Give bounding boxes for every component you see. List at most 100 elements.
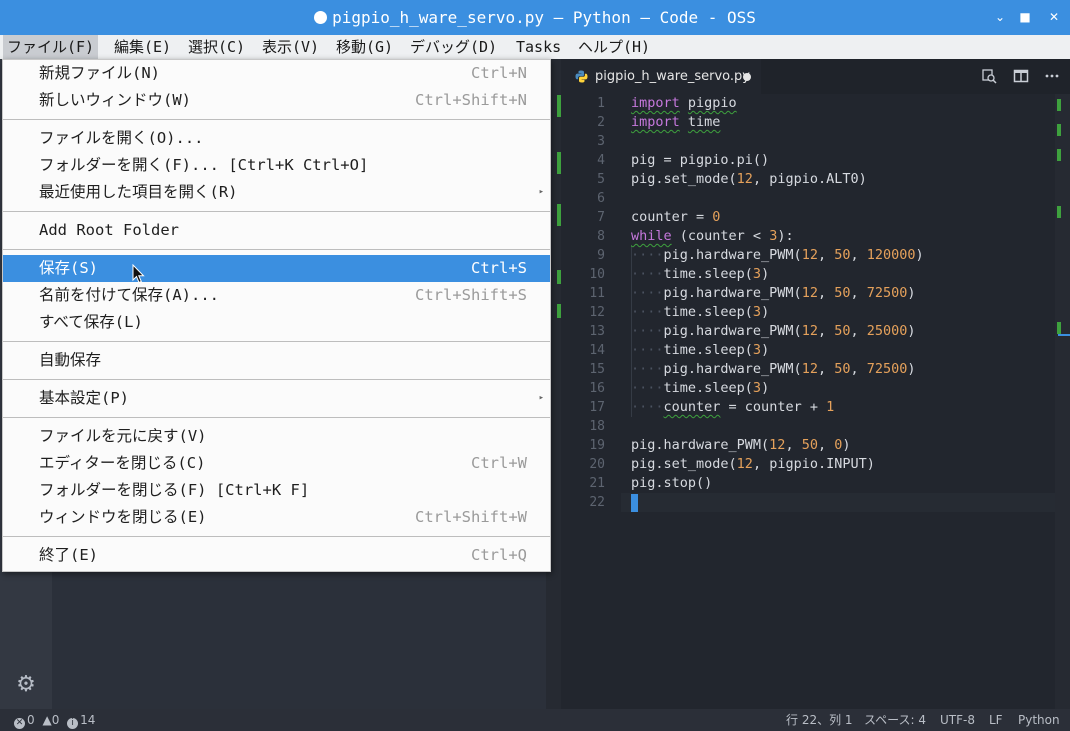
menu-item-close-editor[interactable]: エディターを閉じる(C) Ctrl+W [3, 450, 550, 477]
encoding-setting[interactable]: UTF-8 [940, 709, 975, 731]
code-line: ····time.sleep(3) [631, 266, 770, 282]
maximize-button[interactable]: ■ [1013, 0, 1037, 35]
close-button[interactable]: ✕ [1042, 0, 1066, 35]
code-line: ····time.sleep(3) [631, 380, 770, 396]
line-number: 20 [589, 457, 605, 472]
menu-item-label: ファイルを開く(O)... [39, 129, 204, 147]
python-file-icon [575, 70, 588, 83]
line-number: 10 [589, 267, 605, 282]
line-number: 6 [597, 191, 605, 206]
menu-item-shortcut: Ctrl+Q [471, 546, 527, 564]
menu-item-save-as[interactable]: 名前を付けて保存(A)... Ctrl+Shift+S [3, 282, 550, 309]
split-editor-icon[interactable] [1012, 68, 1030, 86]
language-mode[interactable]: Python [1018, 709, 1060, 731]
code-line: ····pig.hardware_PWM(12, 50, 120000) [631, 247, 924, 263]
menu-tasks[interactable]: Tasks [512, 35, 565, 59]
menu-item-label: ウィンドウを閉じる(E) [39, 508, 207, 526]
menu-file[interactable]: ファイル(F) [3, 35, 99, 59]
menu-item-close-folder[interactable]: フォルダーを閉じる(F) [Ctrl+K F] [3, 477, 550, 504]
overview-cursor-marker [1058, 334, 1070, 336]
menu-help[interactable]: ヘルプ(H) [574, 35, 654, 59]
line-number: 19 [589, 438, 605, 453]
code-line: ····time.sleep(3) [631, 304, 770, 320]
cursor-position[interactable]: 行 22、列 1 [786, 709, 853, 731]
menu-item-label: ファイルを元に戻す(V) [39, 427, 207, 445]
mouse-pointer-icon [132, 264, 145, 284]
title-bar: pigpio_h_ware_servo.py — Python — Code -… [0, 0, 1070, 35]
menu-item-preferences[interactable]: 基本設定(P) ▸ [3, 385, 550, 412]
line-number: 2 [597, 115, 605, 130]
overview-marker [1057, 124, 1061, 136]
menu-item-add-root-folder[interactable]: Add Root Folder [3, 217, 550, 244]
eol-setting[interactable]: LF [989, 709, 1003, 731]
current-line-highlight [621, 493, 1070, 512]
overview-marker [1057, 99, 1061, 111]
minimize-button[interactable]: ⌄ [988, 0, 1012, 35]
line-number: 5 [597, 172, 605, 187]
open-changes-icon[interactable] [980, 68, 998, 86]
line-number: 13 [589, 324, 605, 339]
menu-item-shortcut: Ctrl+W [471, 454, 527, 472]
error-icon: ✕ [14, 718, 25, 729]
more-icon[interactable] [1043, 68, 1061, 86]
menu-item-close-window[interactable]: ウィンドウを閉じる(E) Ctrl+Shift+W [3, 504, 550, 531]
gear-icon[interactable]: ⚙ [14, 673, 38, 697]
code-line: pig.stop() [631, 475, 713, 491]
menu-item-shortcut: Ctrl+Shift+W [415, 508, 527, 526]
menu-go[interactable]: 移動(G) [332, 35, 397, 59]
indentation-setting[interactable]: スペース: 4 [864, 709, 926, 731]
menu-separator [3, 211, 550, 212]
menu-edit[interactable]: 編集(E) [110, 35, 175, 59]
menu-separator [3, 379, 550, 380]
unsaved-indicator-icon[interactable] [743, 73, 751, 81]
code-line: ····pig.hardware_PWM(12, 50, 25000) [631, 323, 916, 339]
submenu-arrow-icon: ▸ [538, 393, 544, 403]
menu-item-auto-save[interactable]: 自動保存 [3, 347, 550, 374]
menu-item-shortcut: Ctrl+Shift+S [415, 286, 527, 304]
warning-icon: ▲ [42, 713, 52, 727]
editor-scrollbar[interactable] [1055, 94, 1070, 709]
menu-item-new-file[interactable]: 新規ファイル(N) Ctrl+N [3, 60, 550, 87]
menu-item-save[interactable]: 保存(S) Ctrl+S [3, 255, 550, 282]
overview-marker [1057, 149, 1061, 161]
tab-pigpio-file[interactable]: pigpio_h_ware_servo.py [561, 59, 761, 94]
code-editor[interactable]: 1 2 3 4 5 6 7 8 9 10 11 12 13 14 15 16 1… [561, 94, 1070, 709]
problems-indicator[interactable]: ✕ 0 ▲0 i 14 [14, 709, 95, 731]
window-title-text: pigpio_h_ware_servo.py — Python — Code -… [332, 8, 756, 27]
unsaved-dot-icon [314, 11, 328, 24]
menu-item-shortcut: Ctrl+N [471, 64, 527, 82]
menu-item-label: 新規ファイル(N) [39, 64, 160, 82]
menu-item-revert-file[interactable]: ファイルを元に戻す(V) [3, 423, 550, 450]
menu-separator [3, 341, 550, 342]
file-menu-dropdown: 新規ファイル(N) Ctrl+N 新しいウィンドウ(W) Ctrl+Shift+N … [2, 59, 551, 572]
menu-item-shortcut: Ctrl+S [471, 259, 527, 277]
menu-item-shortcut: Ctrl+Shift+N [415, 91, 527, 109]
menu-view[interactable]: 表示(V) [258, 35, 323, 59]
code-line: ····pig.hardware_PWM(12, 50, 72500) [631, 361, 916, 377]
line-number: 14 [589, 343, 605, 358]
menu-item-open-recent[interactable]: 最近使用した項目を開く(R) ▸ [3, 179, 550, 206]
menu-debug[interactable]: デバッグ(D) [406, 35, 501, 59]
menu-separator [3, 119, 550, 120]
menu-item-new-window[interactable]: 新しいウィンドウ(W) Ctrl+Shift+N [3, 87, 550, 114]
menu-item-label: エディターを閉じる(C) [39, 454, 206, 472]
menu-selection[interactable]: 選択(C) [184, 35, 249, 59]
overview-marker [1057, 206, 1061, 218]
menu-item-open-folder[interactable]: フォルダーを開く(F)... [Ctrl+K Ctrl+O] [3, 152, 550, 179]
line-number: 1 [597, 96, 605, 111]
menu-item-label: すべて保存(L) [39, 313, 143, 331]
menu-item-label: 保存(S) [39, 259, 98, 277]
line-number: 18 [589, 419, 605, 434]
code-line: pig.set_mode(12, pigpio.ALT0) [631, 171, 867, 187]
menu-separator [3, 417, 550, 418]
menu-item-exit[interactable]: 終了(E) Ctrl+Q [3, 542, 550, 569]
menu-item-label: 基本設定(P) [39, 389, 129, 407]
code-line: import time [631, 114, 721, 130]
menu-separator [3, 249, 550, 250]
menu-item-open-file[interactable]: ファイルを開く(O)... [3, 125, 550, 152]
menu-item-save-all[interactable]: すべて保存(L) [3, 309, 550, 336]
menu-item-label: 終了(E) [39, 546, 98, 564]
menu-item-label: 自動保存 [39, 351, 102, 369]
menu-item-label: 新しいウィンドウ(W) [39, 91, 191, 109]
line-number: 21 [589, 476, 605, 491]
